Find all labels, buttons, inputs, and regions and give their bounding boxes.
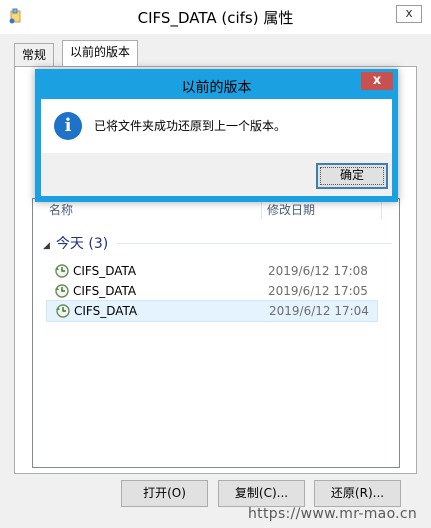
dialog-message: 已将文件夹成功还原到上一个版本。 [94,119,287,133]
version-row[interactable]: CIFS_DATA 2019/6/12 17:05 [47,281,377,301]
restore-button[interactable]: 还原(R)... [314,480,401,507]
versions-list[interactable]: 名称 修改日期 ◢ 今天 (3) CIFS_DATA 2019/6/12 17:0… [32,198,400,468]
column-separator[interactable] [261,201,262,219]
tab-previous-versions[interactable]: 以前的版本 [62,40,139,66]
tab-general[interactable]: 常规 [14,43,55,66]
restore-point-icon [56,304,70,318]
group-header-today[interactable]: ◢ 今天 (3) [43,233,108,253]
ok-button[interactable]: 确定 [316,163,388,189]
column-header-name[interactable]: 名称 [49,199,73,221]
window-close-button[interactable]: x [396,5,422,23]
info-icon: i [54,112,82,140]
version-date: 2019/6/12 17:04 [269,304,369,318]
watermark: https://www.mr-mao.cn [248,506,418,522]
title-bar[interactable]: CIFS_DATA (cifs) 属性 x [0,0,431,34]
version-date: 2019/6/12 17:05 [268,284,368,298]
version-row-selected[interactable]: CIFS_DATA 2019/6/12 17:04 [46,300,378,322]
group-label: 今天 (3) [55,236,109,252]
dialog-footer: 确定 [41,153,392,196]
restore-point-icon [55,284,69,298]
version-row[interactable]: CIFS_DATA 2019/6/12 17:08 [47,261,377,281]
dialog-title: 以前的版本 [181,80,252,96]
column-separator[interactable] [381,201,382,219]
focus-rect [320,167,384,185]
dialog-close-button[interactable]: x [361,72,393,90]
version-name: CIFS_DATA [73,284,137,298]
dialog-body: i 已将文件夹成功还原到上一个版本。 [41,99,392,153]
column-header-date[interactable]: 修改日期 [267,199,315,221]
window-title: CIFS_DATA (cifs) 属性 [137,9,294,27]
collapse-arrow-icon[interactable]: ◢ [43,241,50,251]
group-divider [117,243,392,244]
version-name: CIFS_DATA [73,264,137,278]
copy-button[interactable]: 复制(C)... [218,480,305,507]
version-name: CIFS_DATA [74,304,138,318]
restore-point-icon [55,264,69,278]
previous-versions-dialog: 以前的版本 x i 已将文件夹成功还原到上一个版本。 确定 [35,69,398,202]
open-button[interactable]: 打开(O) [121,480,208,507]
version-date: 2019/6/12 17:08 [268,264,368,278]
